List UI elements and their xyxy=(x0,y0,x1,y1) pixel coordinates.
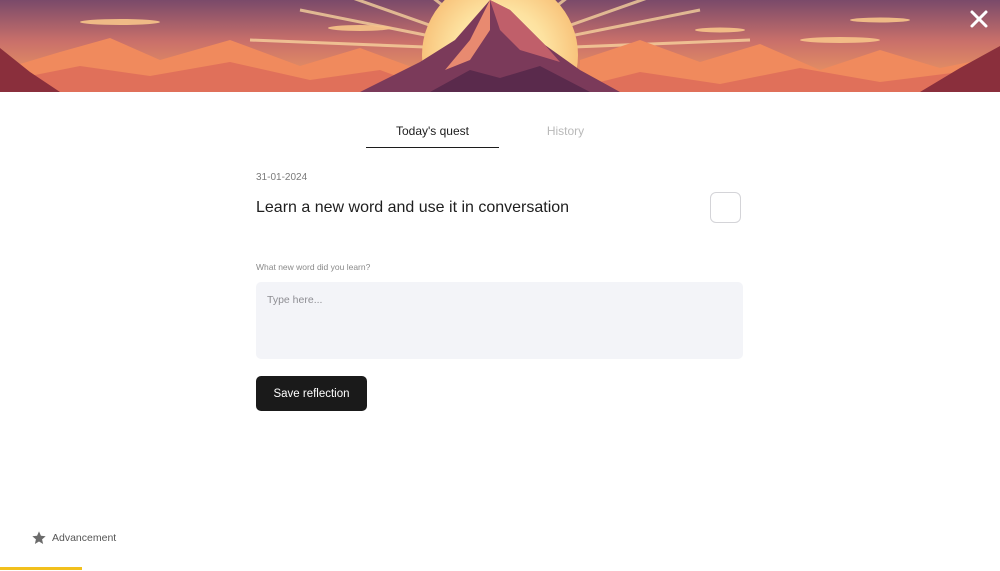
mountain-sunrise-illustration xyxy=(0,0,1000,92)
advancement-progress-fill xyxy=(0,567,82,570)
tab-todays-quest[interactable]: Today's quest xyxy=(366,114,499,148)
header-banner xyxy=(0,0,1000,92)
close-button[interactable] xyxy=(968,8,990,30)
advancement-progress-bar xyxy=(0,567,1000,571)
quest-page: Today's quest History 31-01-2024 Learn a… xyxy=(0,0,1000,571)
close-icon xyxy=(970,10,988,28)
star-icon xyxy=(32,531,46,544)
reflection-prompt-label: What new word did you learn? xyxy=(256,262,371,272)
save-reflection-button[interactable]: Save reflection xyxy=(256,376,367,411)
reflection-input[interactable] xyxy=(256,282,743,359)
quest-tabs: Today's quest History xyxy=(366,114,632,148)
tab-history[interactable]: History xyxy=(499,114,632,148)
quest-date: 31-01-2024 xyxy=(256,172,308,183)
advancement-label: Advancement xyxy=(52,532,117,544)
advancement-link[interactable]: Advancement xyxy=(31,530,116,546)
quest-complete-checkbox[interactable] xyxy=(710,192,741,223)
quest-title: Learn a new word and use it in conversat… xyxy=(256,199,570,216)
